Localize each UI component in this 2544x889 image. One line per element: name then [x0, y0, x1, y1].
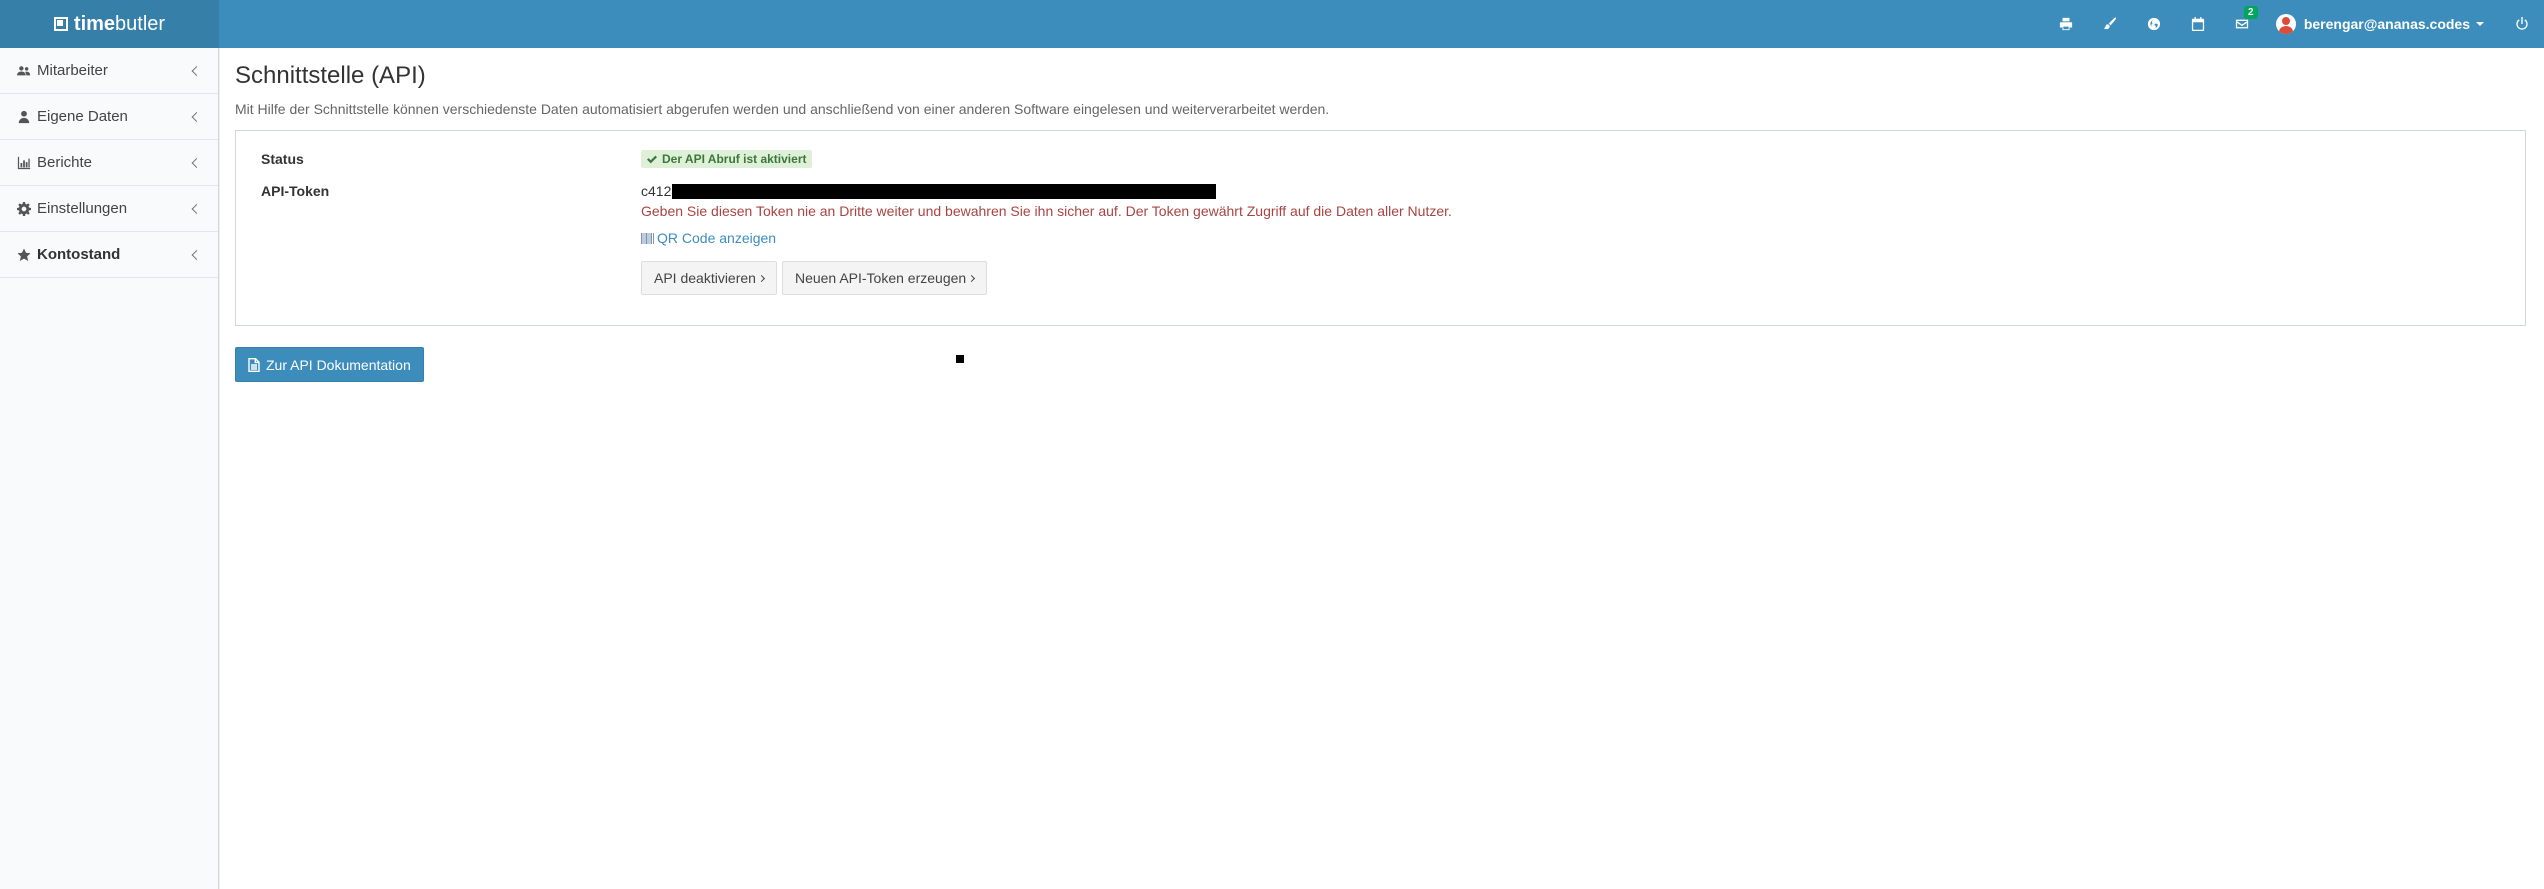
new-token-label: Neuen API-Token erzeugen: [794, 270, 967, 286]
qr-code-link[interactable]: QR Code anzeigen: [641, 230, 776, 246]
globe-icon[interactable]: [2132, 0, 2176, 48]
sidebar-item-label: Mitarbeiter: [37, 62, 108, 79]
user-icon: [18, 110, 30, 123]
print-icon[interactable]: [2044, 0, 2088, 48]
api-token-value[interactable]: c412: [641, 183, 1217, 199]
status-badge: Der API Abruf ist aktiviert: [641, 150, 813, 168]
token-warning: Geben Sie diesen Token nie an Dritte wei…: [641, 203, 1452, 219]
status-badge-text: Der API Abruf ist aktiviert: [662, 152, 807, 166]
users-icon: [17, 65, 31, 75]
new-token-button[interactable]: Neuen API-Token erzeugen: [781, 261, 988, 295]
check-icon: [647, 155, 657, 164]
chevron-left-icon: [191, 249, 202, 260]
sidebar-item-berichte[interactable]: Berichte: [0, 140, 218, 186]
api-token-redacted: [672, 183, 1217, 199]
navbar-right: 2 berengar@ananas.codes: [2044, 0, 2544, 48]
bar-chart-icon: [17, 156, 31, 169]
deactivate-api-button[interactable]: API deaktivieren: [641, 261, 777, 295]
caret-down-icon: [2476, 22, 2484, 26]
top-navbar: time butler 2 berengar@ananas.codes: [0, 0, 2544, 48]
api-token-prefix: c412: [641, 183, 672, 199]
api-token-label: API-Token: [261, 183, 330, 199]
user-email: berengar@ananas.codes: [2303, 16, 2470, 32]
chevron-left-icon: [191, 157, 202, 168]
page-description: Mit Hilfe der Schnittstelle können versc…: [235, 101, 1330, 117]
chevron-left-icon: [191, 111, 202, 122]
api-documentation-label: Zur API Dokumentation: [266, 356, 411, 373]
sidebar-item-mitarbeiter[interactable]: Mitarbeiter: [0, 48, 218, 94]
app-logo[interactable]: time butler: [0, 0, 219, 48]
logo-icon: [53, 17, 68, 31]
file-text-icon: [248, 357, 260, 372]
qr-code-link-label: QR Code anzeigen: [657, 230, 777, 246]
sidebar-item-einstellungen[interactable]: Einstellungen: [0, 186, 218, 232]
messages-badge: 2: [2243, 6, 2258, 19]
sidebar-item-kontostand[interactable]: Kontostand: [0, 232, 218, 278]
envelope-icon[interactable]: 2: [2220, 0, 2264, 48]
chevron-left-icon: [191, 203, 202, 214]
cursor-marker: [956, 355, 964, 363]
sidebar-item-label: Einstellungen: [37, 200, 128, 217]
api-actions: API deaktivieren Neuen API-Token erzeuge…: [641, 261, 992, 295]
sidebar: Mitarbeiter Eigene Daten Berichte Einste…: [0, 48, 219, 889]
main-content: Schnittstelle (API) Mit Hilfe der Schnit…: [220, 48, 2544, 889]
api-documentation-button[interactable]: Zur API Dokumentation: [235, 347, 424, 382]
avatar: [2275, 14, 2296, 34]
sidebar-item-eigene-daten[interactable]: Eigene Daten: [0, 94, 218, 140]
user-menu[interactable]: berengar@ananas.codes: [2264, 0, 2500, 48]
page-title: Schnittstelle (API): [235, 62, 426, 89]
sidebar-item-label: Berichte: [37, 154, 93, 171]
api-settings-box: Status Der API Abruf ist aktiviert API-T…: [235, 130, 2526, 326]
brand-name-bold: time: [73, 12, 116, 35]
chevron-right-icon: [757, 274, 765, 282]
paint-brush-icon[interactable]: [2088, 0, 2132, 48]
chevron-right-icon: [968, 274, 976, 282]
star-icon: [17, 247, 31, 261]
brand-name-light: butler: [115, 12, 166, 35]
status-label: Status: [261, 151, 304, 167]
sidebar-item-label: Kontostand: [37, 246, 121, 263]
qrcode-icon: [641, 232, 654, 244]
cog-icon: [17, 201, 31, 216]
sidebar-item-label: Eigene Daten: [37, 108, 128, 125]
power-icon[interactable]: [2500, 0, 2544, 48]
calendar-icon[interactable]: [2176, 0, 2220, 48]
chevron-left-icon: [191, 65, 202, 76]
deactivate-api-label: API deaktivieren: [654, 270, 756, 286]
